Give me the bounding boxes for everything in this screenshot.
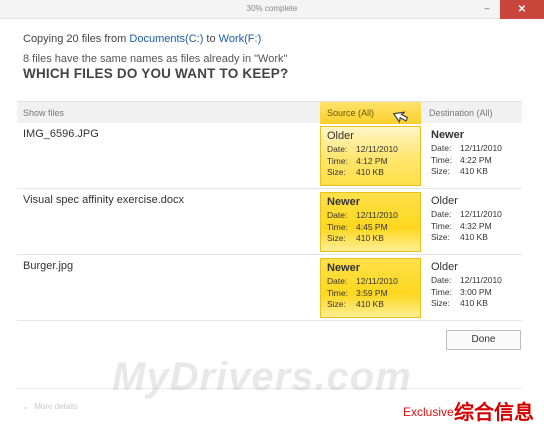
file-size: 410 KB (460, 232, 488, 242)
file-conflict-row: Burger.jpg Newer Date: 12/11/2010 Time: 3:… (17, 255, 522, 321)
file-name: IMG_6596.JPG (23, 128, 99, 140)
date-label: Date: (431, 275, 452, 285)
source-file-option[interactable]: Newer Date: 12/11/2010 Time: 3:59 PM Size:… (320, 258, 421, 318)
file-name: Burger.jpg (23, 260, 74, 272)
more-details-toggle[interactable]: ⌄ More details (22, 402, 78, 411)
date-label: Date: (431, 143, 452, 153)
chevron-down-icon: ⌄ (22, 402, 29, 411)
time-label: Time: (431, 220, 452, 231)
file-time: 4:22 PM (460, 154, 492, 165)
conflict-subtitle: 8 files have the same names as files alr… (23, 53, 288, 65)
select-all-destination-checkbox[interactable]: Destination (All) (429, 108, 493, 118)
time-label: Time: (431, 154, 452, 165)
page-title: WHICH FILES DO YOU WANT TO KEEP? (23, 66, 289, 81)
file-date: 12/11/2010 (356, 210, 398, 220)
destination-location-link[interactable]: Work(F:) (219, 33, 262, 45)
file-time: 4:32 PM (460, 220, 492, 231)
title-bar: 30% complete – ✕ (0, 0, 544, 19)
file-date: 12/11/2010 (460, 209, 502, 219)
date-label: Date: (431, 209, 452, 219)
file-size: 410 KB (356, 299, 384, 309)
time-label: Time: (431, 286, 452, 297)
size-label: Size: (431, 232, 450, 242)
copy-to: to (206, 33, 216, 45)
age-label: Older (431, 261, 458, 273)
window-title: 30% complete (246, 4, 298, 13)
date-label: Date: (327, 276, 348, 286)
file-time: 4:45 PM (356, 221, 388, 232)
time-label: Time: (327, 155, 348, 166)
destination-file-option[interactable]: Older Date: 12/11/2010 Time: 4:32 PM Size:… (425, 192, 526, 252)
date-label: Date: (327, 210, 348, 220)
watermark-site: MyDrivers.com (112, 355, 412, 399)
file-time: 4:12 PM (356, 155, 388, 166)
size-label: Size: (327, 233, 346, 243)
age-label: Older (327, 130, 354, 142)
size-label: Size: (327, 299, 346, 309)
destination-file-option[interactable]: Older Date: 12/11/2010 Time: 3:00 PM Size:… (425, 258, 526, 318)
time-label: Time: (327, 287, 348, 298)
age-label: Newer (327, 196, 361, 208)
watermark-exclusive: Exclusive (403, 405, 454, 419)
file-time: 3:00 PM (460, 286, 492, 297)
size-label: Size: (431, 298, 450, 308)
age-label: Older (431, 195, 458, 207)
watermark-cn: 综合信息 (454, 402, 534, 424)
destination-file-option[interactable]: Newer Date: 12/11/2010 Time: 4:22 PM Size:… (425, 126, 526, 186)
age-label: Newer (327, 262, 361, 274)
close-button[interactable]: ✕ (500, 0, 544, 19)
more-details-label: More details (34, 402, 78, 411)
file-size: 410 KB (460, 166, 488, 176)
file-name: Visual spec affinity exercise.docx (23, 194, 185, 206)
copy-prefix: Copying 20 files from (23, 33, 127, 45)
copy-status: Copying 20 files from Documents(C:) to W… (23, 33, 261, 45)
source-file-option[interactable]: Newer Date: 12/11/2010 Time: 4:45 PM Size:… (320, 192, 421, 252)
size-label: Size: (431, 166, 450, 176)
date-label: Date: (327, 144, 348, 154)
file-date: 12/11/2010 (356, 276, 398, 286)
show-files-header: Show files (23, 108, 65, 118)
file-time: 3:59 PM (356, 287, 388, 298)
minimize-button[interactable]: – (476, 0, 498, 19)
file-date: 12/11/2010 (460, 275, 502, 285)
age-label: Newer (431, 129, 465, 141)
file-size: 410 KB (356, 167, 384, 177)
source-file-option[interactable]: Older Date: 12/11/2010 Time: 4:12 PM Size:… (320, 126, 421, 186)
done-button[interactable]: Done (446, 330, 521, 350)
column-header: Show files Source (All) Destination (All… (17, 101, 522, 124)
size-label: Size: (327, 167, 346, 177)
file-date: 12/11/2010 (460, 143, 502, 153)
file-conflict-row: Visual spec affinity exercise.docx Newer… (17, 189, 522, 255)
source-location-link[interactable]: Documents(C:) (129, 33, 203, 45)
file-conflict-row: IMG_6596.JPG Older Date: 12/11/2010 Time:… (17, 123, 522, 189)
file-size: 410 KB (356, 233, 384, 243)
file-size: 410 KB (460, 298, 488, 308)
file-date: 12/11/2010 (356, 144, 398, 154)
time-label: Time: (327, 221, 348, 232)
